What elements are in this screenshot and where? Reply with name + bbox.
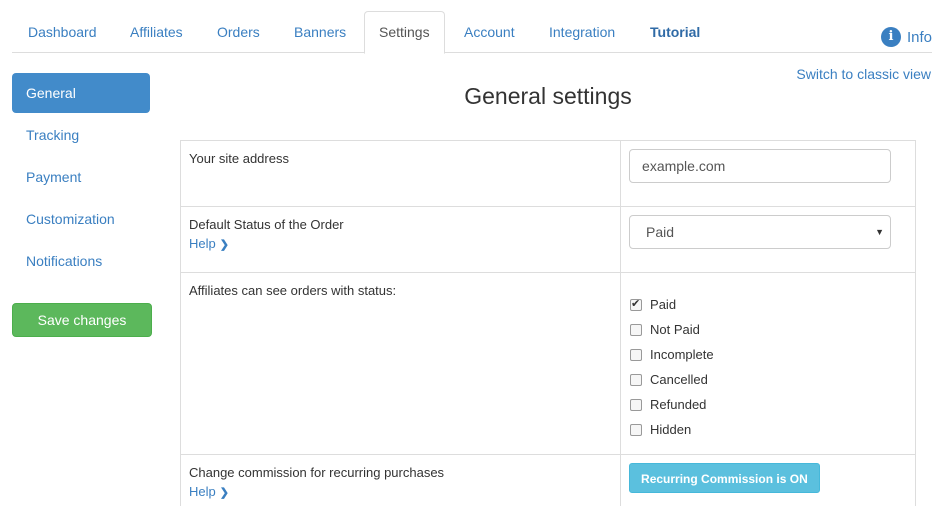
tab-settings[interactable]: Settings [364, 11, 445, 54]
setting-row-visible-statuses: Affiliates can see orders with status: P… [179, 272, 916, 455]
recurring-help-link[interactable]: Help ❯ [189, 484, 229, 499]
sidebar-item-tracking[interactable]: Tracking [12, 115, 150, 155]
status-option-label: Incomplete [650, 347, 714, 362]
checkbox-refunded[interactable] [630, 398, 643, 411]
info-label: Info [906, 28, 932, 46]
setting-row-default-status: Default Status of the Order Help ❯ Paid ▼ [179, 206, 916, 273]
recurring-commission-toggle-button[interactable]: Recurring Commission is ON [629, 463, 820, 493]
tab-account[interactable]: Account [464, 11, 515, 53]
site-address-label: Your site address [179, 140, 622, 207]
sidebar-item-notifications[interactable]: Notifications [12, 241, 150, 281]
status-checkbox-list: Paid Not Paid Incomplete Cancelled Refun… [629, 281, 907, 442]
save-changes-button[interactable]: Save changes [12, 303, 152, 337]
status-option-refunded[interactable]: Refunded [629, 392, 907, 417]
default-status-help-link[interactable]: Help ❯ [189, 236, 229, 251]
help-label: Help [189, 484, 216, 499]
settings-table: Your site address Default Status of the … [179, 140, 916, 506]
checkbox-not-paid[interactable] [630, 323, 643, 336]
chevron-right-icon: ❯ [219, 239, 229, 251]
tab-integration[interactable]: Integration [549, 11, 615, 53]
tab-tutorial[interactable]: Tutorial [650, 11, 700, 53]
default-status-selected: Paid [646, 224, 675, 240]
sidebar-item-customization[interactable]: Customization [12, 199, 150, 239]
checkbox-incomplete[interactable] [630, 348, 643, 361]
default-status-select[interactable]: Paid ▼ [629, 215, 892, 249]
status-option-label: Not Paid [650, 322, 700, 337]
status-option-incomplete[interactable]: Incomplete [629, 342, 907, 367]
info-link[interactable]: i Info [880, 24, 932, 50]
status-option-label: Cancelled [650, 372, 708, 387]
checkbox-hidden[interactable] [630, 423, 643, 436]
visible-statuses-label: Affiliates can see orders with status: [179, 272, 622, 455]
status-option-label: Paid [650, 297, 677, 312]
status-option-paid[interactable]: Paid [629, 292, 907, 317]
checkbox-paid[interactable] [630, 297, 643, 311]
status-option-label: Refunded [650, 397, 707, 412]
sidebar-item-general[interactable]: General [12, 73, 150, 113]
tab-banners[interactable]: Banners [294, 11, 346, 53]
status-option-not-paid[interactable]: Not Paid [629, 317, 907, 342]
sidebar-item-payment[interactable]: Payment [12, 157, 150, 197]
chevron-right-icon: ❯ [219, 487, 229, 499]
tab-orders[interactable]: Orders [217, 11, 260, 53]
help-label: Help [189, 236, 216, 251]
info-icon: i [880, 27, 901, 47]
tab-affiliates[interactable]: Affiliates [130, 11, 183, 53]
page-title: General settings [464, 83, 632, 109]
recurring-commission-label: Change commission for recurring purchase… [189, 465, 445, 480]
switch-classic-view-link[interactable]: Switch to classic view [796, 66, 931, 82]
caret-down-icon: ▼ [875, 227, 885, 237]
status-option-hidden[interactable]: Hidden [629, 417, 907, 442]
status-option-label: Hidden [650, 422, 692, 437]
setting-row-site-address: Your site address [179, 140, 916, 207]
checkbox-cancelled[interactable] [630, 373, 643, 386]
settings-sidebar: General Tracking Payment Customization N… [12, 73, 150, 283]
setting-row-recurring: Change commission for recurring purchase… [179, 454, 916, 506]
site-address-input[interactable] [629, 149, 892, 183]
tab-dashboard[interactable]: Dashboard [28, 11, 97, 53]
main-tab-bar: Dashboard Affiliates Orders Banners Sett… [12, 11, 932, 54]
default-status-label: Default Status of the Order [189, 217, 344, 232]
status-option-cancelled[interactable]: Cancelled [629, 367, 907, 392]
